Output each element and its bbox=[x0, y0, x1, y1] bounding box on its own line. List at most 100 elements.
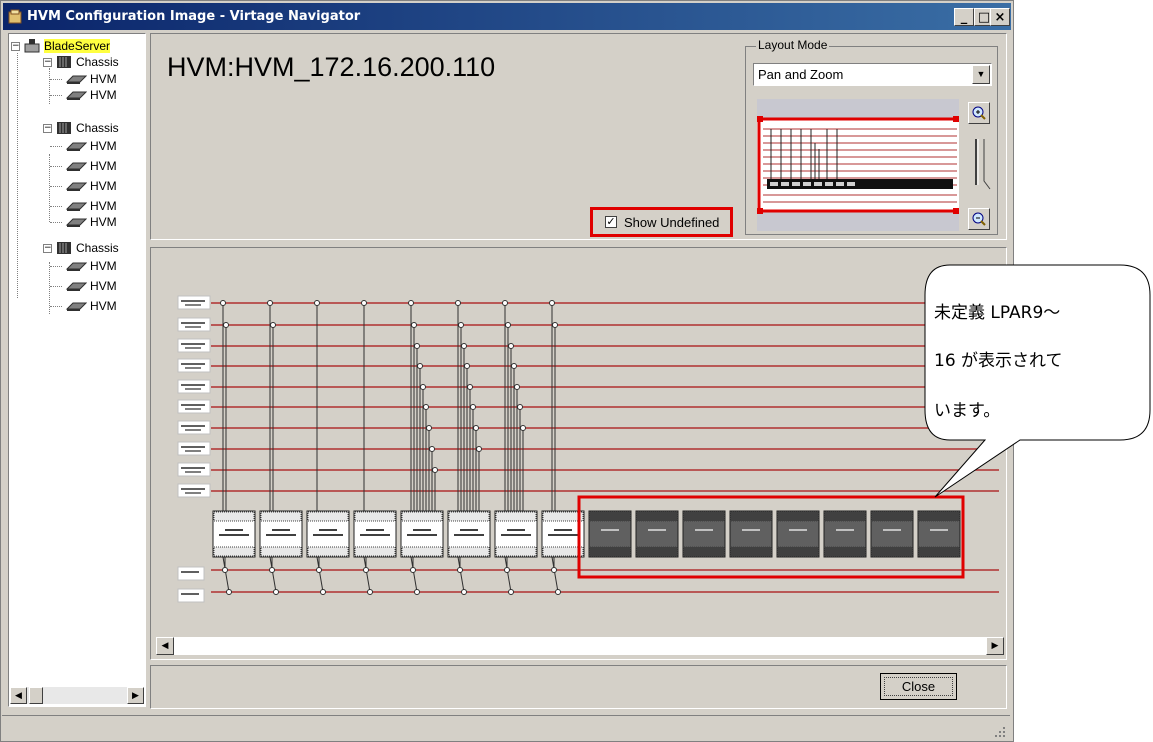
blade-icon bbox=[65, 262, 87, 271]
network-label-text bbox=[185, 471, 201, 473]
chevron-down-icon[interactable]: ▼ bbox=[972, 65, 990, 84]
lpar-port-strip bbox=[307, 546, 349, 557]
zoom-in-button[interactable] bbox=[968, 102, 990, 124]
tree-item-hvm[interactable]: HVM bbox=[65, 214, 117, 230]
zoom-in-icon bbox=[972, 106, 986, 120]
tree-item-hvm[interactable]: HVM bbox=[65, 158, 117, 174]
status-bar bbox=[2, 715, 1010, 740]
network-label-text bbox=[185, 492, 201, 494]
checkbox-check-icon[interactable]: ✓ bbox=[605, 216, 617, 228]
close-button[interactable]: Close bbox=[880, 673, 957, 700]
scroll-left-icon[interactable]: ◀ bbox=[10, 687, 27, 704]
lpar-name-text bbox=[454, 534, 484, 536]
network-label-text bbox=[181, 467, 205, 469]
connection-node bbox=[455, 300, 461, 306]
connection-node bbox=[467, 384, 473, 390]
connection-node bbox=[410, 567, 416, 573]
scroll-right-icon[interactable]: ▶ bbox=[986, 637, 1004, 655]
zoom-out-button[interactable] bbox=[968, 208, 990, 230]
connection-node bbox=[316, 567, 322, 573]
lpar-port-strip bbox=[260, 511, 302, 522]
network-label-text bbox=[185, 326, 201, 328]
connection-node bbox=[458, 322, 464, 328]
lpar-name-text bbox=[501, 534, 531, 536]
connection-node bbox=[417, 363, 423, 369]
tree-item-hvm[interactable]: HVM bbox=[65, 278, 117, 294]
zoom-slider[interactable] bbox=[970, 137, 992, 195]
show-undefined-checkbox[interactable]: ✓ Show Undefined bbox=[590, 207, 733, 237]
connection-node bbox=[505, 322, 511, 328]
collapse-icon[interactable]: − bbox=[43, 123, 52, 133]
overview-minimap[interactable] bbox=[757, 99, 959, 231]
blade-icon bbox=[65, 282, 87, 291]
lpar-port-strip bbox=[824, 511, 866, 522]
connection-node bbox=[502, 300, 508, 306]
tree-item-hvm[interactable]: HVM bbox=[65, 298, 117, 314]
connection-node bbox=[414, 343, 420, 349]
lpar-name-text bbox=[742, 529, 760, 531]
tree-horizontal-scrollbar[interactable]: ◀ ▶ bbox=[10, 687, 144, 704]
configuration-diagram[interactable] bbox=[151, 248, 1006, 636]
configuration-diagram-panel[interactable] bbox=[150, 247, 1007, 660]
scroll-thumb[interactable] bbox=[29, 687, 43, 704]
lpar-port-strip bbox=[777, 546, 819, 557]
minimize-button[interactable]: _ bbox=[954, 8, 974, 26]
callout-line-1: 未定義 LPAR9～ bbox=[934, 303, 1061, 323]
collapse-icon[interactable]: − bbox=[11, 41, 20, 51]
callout-line-2: 16 が表示されて bbox=[934, 351, 1063, 371]
network-label bbox=[177, 566, 205, 581]
network-label-text bbox=[181, 322, 205, 324]
server-tree[interactable]: − BladeServer − Chassis HVM HVM − Chassi… bbox=[8, 33, 146, 707]
connection-node bbox=[269, 567, 275, 573]
scroll-right-icon[interactable]: ▶ bbox=[127, 687, 144, 704]
tree-item-chassis-3[interactable]: − Chassis bbox=[43, 240, 119, 256]
connection-node bbox=[423, 404, 429, 410]
blade-icon bbox=[65, 182, 87, 191]
title-bar[interactable]: HVM Configuration Image - Virtage Naviga… bbox=[3, 3, 1011, 30]
lpar-port-strip bbox=[354, 546, 396, 557]
lpar-name-text bbox=[225, 529, 243, 531]
network-label-text bbox=[181, 446, 205, 448]
tree-item-chassis-2[interactable]: − Chassis bbox=[43, 120, 119, 136]
collapse-icon[interactable]: − bbox=[43, 57, 52, 67]
network-label bbox=[177, 420, 211, 435]
network-label bbox=[177, 358, 211, 373]
tree-item-hvm[interactable]: HVM bbox=[65, 138, 117, 154]
lpar-port-strip bbox=[636, 511, 678, 522]
tree-item-bladeserver[interactable]: − BladeServer bbox=[11, 38, 111, 54]
lpar-port-strip bbox=[354, 511, 396, 522]
lpar-port-strip bbox=[871, 511, 913, 522]
collapse-icon[interactable]: − bbox=[43, 243, 52, 253]
connection-node bbox=[520, 425, 526, 431]
zoom-out-icon bbox=[972, 212, 986, 226]
tree-item-hvm[interactable]: HVM bbox=[65, 258, 117, 274]
scroll-left-icon[interactable]: ◀ bbox=[156, 637, 174, 655]
connection-node bbox=[320, 589, 326, 595]
lpar-name-text bbox=[313, 534, 343, 536]
resize-grip-icon[interactable] bbox=[994, 726, 1006, 738]
network-label-text bbox=[185, 347, 201, 349]
network-label bbox=[177, 399, 211, 414]
layout-mode-select[interactable]: Pan and Zoom ▼ bbox=[753, 63, 992, 86]
tree-item-hvm[interactable]: HVM bbox=[65, 178, 117, 194]
connection-node bbox=[552, 322, 558, 328]
connection-node bbox=[549, 300, 555, 306]
lpar-port-strip bbox=[730, 546, 772, 557]
network-label-text bbox=[181, 363, 205, 365]
connection-node bbox=[429, 446, 435, 452]
connection-node bbox=[551, 567, 557, 573]
lpar-port-strip bbox=[683, 511, 725, 522]
network-label-text bbox=[181, 300, 205, 302]
tree-item-chassis-1[interactable]: − Chassis bbox=[43, 54, 119, 70]
blade-icon bbox=[65, 91, 87, 100]
tree-item-hvm[interactable]: HVM bbox=[65, 87, 117, 103]
connection-node bbox=[226, 589, 232, 595]
lpar-port-strip bbox=[730, 511, 772, 522]
window-close-button[interactable]: × bbox=[990, 8, 1010, 26]
lpar-name-text bbox=[413, 529, 431, 531]
tree-item-hvm[interactable]: HVM bbox=[65, 198, 117, 214]
tree-item-hvm[interactable]: HVM bbox=[65, 71, 117, 87]
diagram-horizontal-scrollbar[interactable]: ◀ ▶ bbox=[156, 637, 1004, 655]
lpar-connection bbox=[504, 556, 512, 593]
lpar-name-text bbox=[507, 529, 525, 531]
